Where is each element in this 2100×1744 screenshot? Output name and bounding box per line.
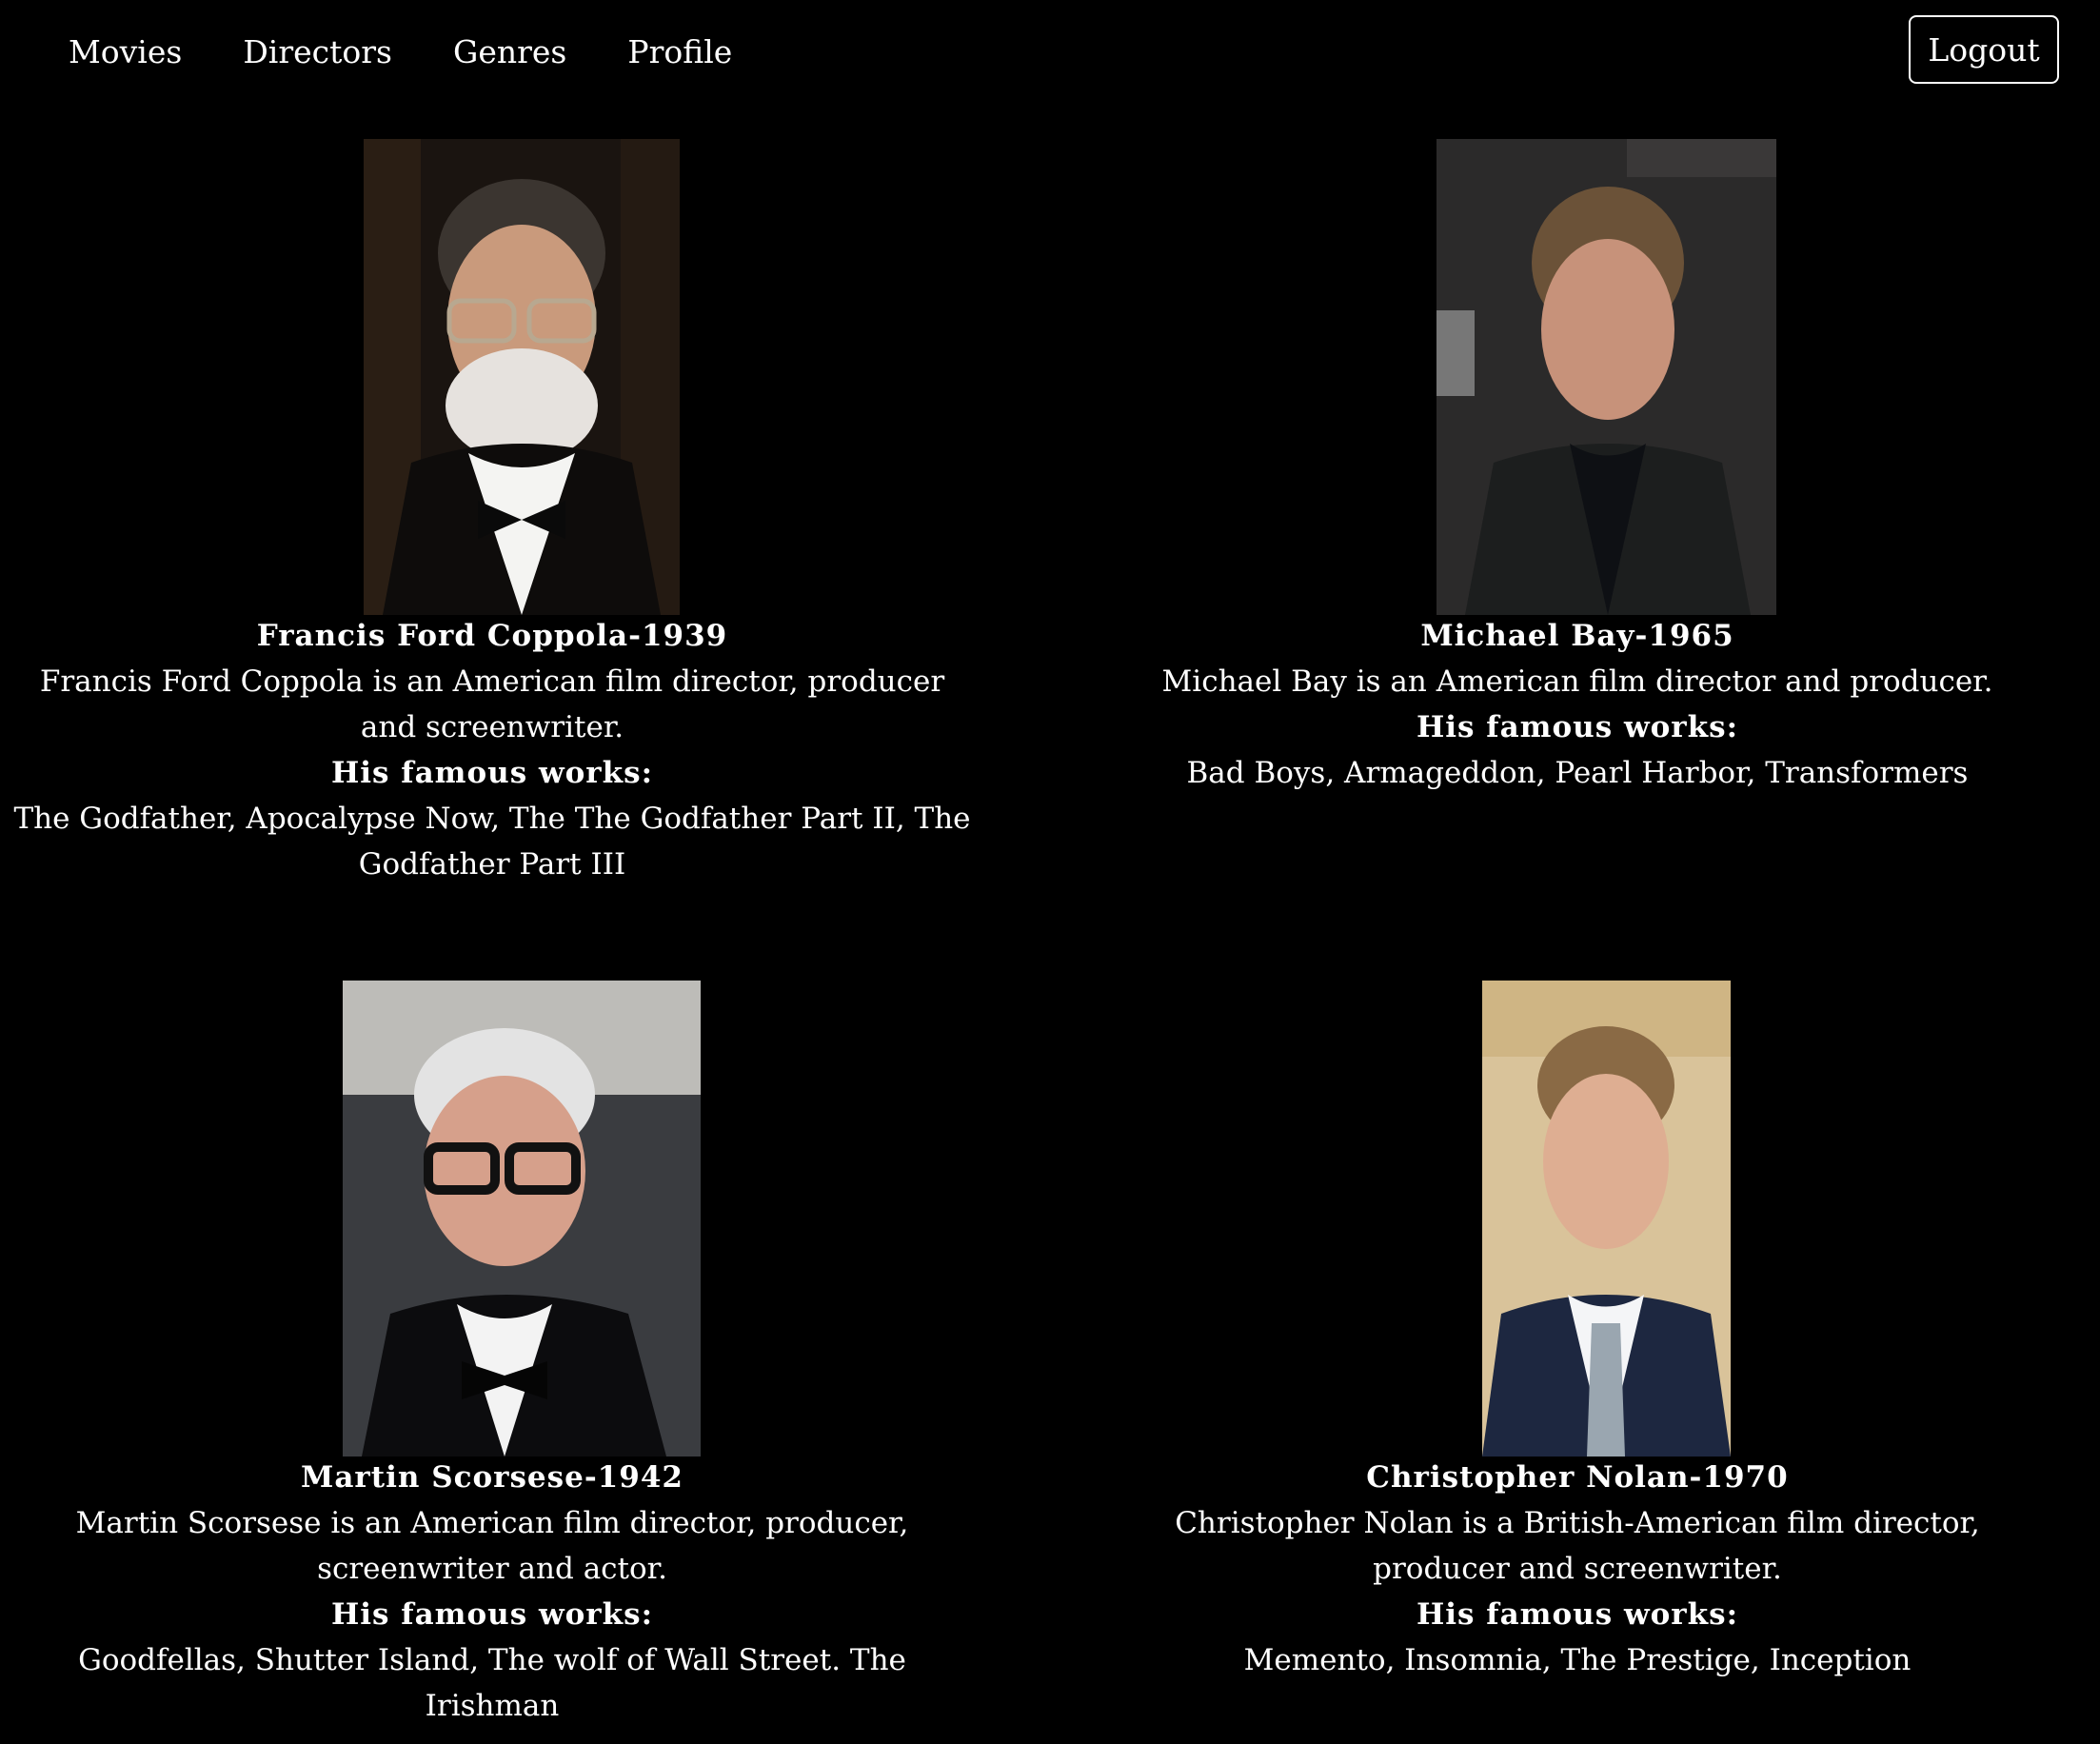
director-description: Christopher Nolan is a British-American … [1175, 1506, 1980, 1586]
director-name: Christopher Nolan-1970 [1366, 1460, 1789, 1495]
director-card: Martin Scorsese-1942 Martin Scorsese is … [0, 981, 984, 1742]
director-description: Francis Ford Coppola is an American film… [39, 664, 945, 744]
famous-works-heading: His famous works: [1416, 710, 1739, 744]
famous-works-list: Memento, Insomnia, The Prestige, Incepti… [1243, 1643, 1912, 1677]
director-card: Christopher Nolan-1970 Christopher Nolan… [1080, 981, 2075, 1677]
director-name: Martin Scorsese-1942 [301, 1460, 683, 1495]
nav-link-directors[interactable]: Directors [243, 36, 392, 68]
famous-works-list: Goodfellas, Shutter Island, The wolf of … [78, 1643, 906, 1723]
famous-works-heading: His famous works: [1416, 1597, 1739, 1632]
director-info: Martin Scorsese-1942 Martin Scorsese is … [0, 1455, 984, 1729]
director-photo [1436, 139, 1776, 615]
director-card: Michael Bay-1965 Michael Bay is an Ameri… [1080, 139, 2075, 805]
director-photo [1482, 981, 1731, 1457]
director-info: Christopher Nolan-1970 Christopher Nolan… [1080, 1455, 2075, 1683]
nav-link-genres[interactable]: Genres [453, 36, 566, 68]
nav-link-profile[interactable]: Profile [627, 36, 732, 68]
director-name: Michael Bay-1965 [1420, 619, 1734, 653]
nav-link-movies[interactable]: Movies [69, 36, 182, 68]
director-card: Francis Ford Coppola-1939 Francis Ford C… [0, 139, 984, 901]
director-description: Martin Scorsese is an American film dire… [75, 1506, 909, 1586]
nav-links: Movies Directors Genres Profile [69, 0, 793, 103]
director-photo [343, 981, 701, 1457]
director-photo [364, 139, 680, 615]
famous-works-heading: His famous works: [330, 756, 654, 790]
director-description: Michael Bay is an American film director… [1161, 664, 1993, 699]
director-name: Francis Ford Coppola-1939 [256, 619, 728, 653]
famous-works-heading: His famous works: [330, 1597, 654, 1632]
director-info: Francis Ford Coppola-1939 Francis Ford C… [0, 613, 984, 887]
famous-works-list: The Godfather, Apocalypse Now, The The G… [13, 802, 971, 882]
logout-button[interactable]: Logout [1909, 15, 2059, 84]
famous-works-list: Bad Boys, Armageddon, Pearl Harbor, Tran… [1186, 756, 1969, 790]
top-navbar: Movies Directors Genres Profile Logout [0, 0, 2100, 103]
director-info: Michael Bay-1965 Michael Bay is an Ameri… [1080, 613, 2075, 796]
